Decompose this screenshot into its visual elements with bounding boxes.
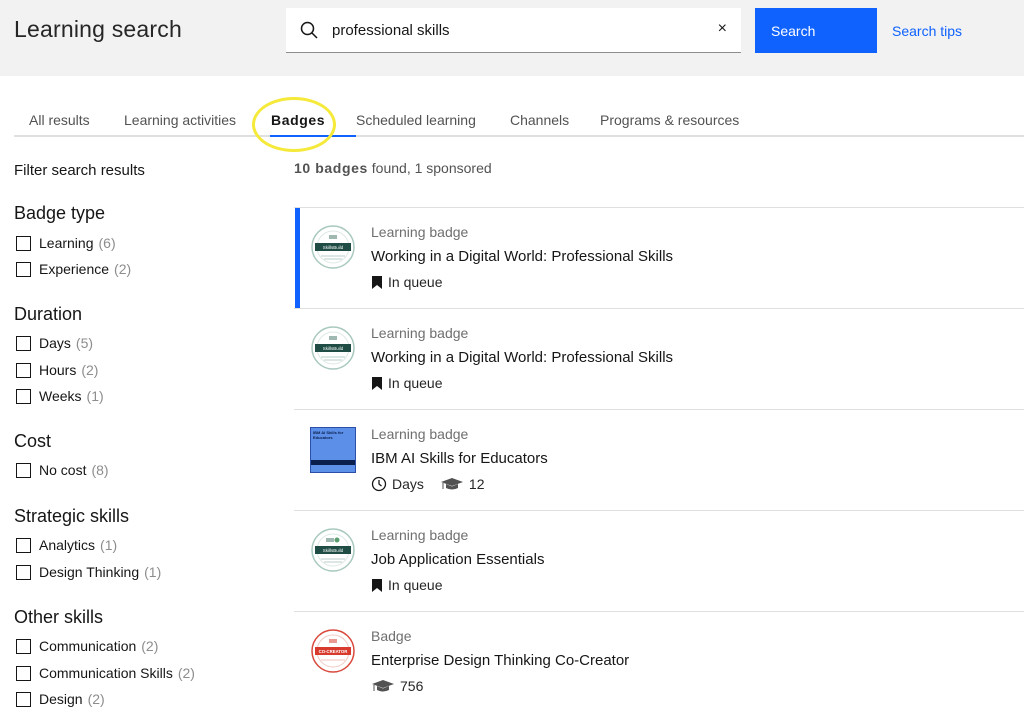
filter-option-learning[interactable]: Learning (6) xyxy=(16,235,116,251)
filter-group-title: Duration xyxy=(14,304,83,324)
checkbox[interactable] xyxy=(16,335,31,351)
filter-option-no-cost[interactable]: No cost (8) xyxy=(16,462,109,478)
result-meta: Days 12 xyxy=(371,476,484,492)
badge-image: SkillsBuild xyxy=(311,528,355,572)
result-title[interactable]: Working in a Digital World: Professional… xyxy=(371,349,673,366)
result-type: Learning badge xyxy=(371,325,469,341)
badge-label: SkillsBuild xyxy=(323,245,344,250)
filter-option-design-thinking[interactable]: Design Thinking (1) xyxy=(16,564,161,580)
clock-icon xyxy=(371,476,387,492)
badge-label: SkillsBuild xyxy=(323,548,344,553)
search-icon xyxy=(300,21,318,39)
result-status: In queue xyxy=(371,274,443,290)
result-type: Badge xyxy=(371,628,412,644)
badge-image: SkillsBuild xyxy=(311,326,355,370)
result-tabs: All results Learning activities Badges S… xyxy=(14,104,1024,137)
tab-channels[interactable]: Channels xyxy=(510,112,569,128)
clear-search-icon[interactable]: × xyxy=(718,20,727,38)
result-title[interactable]: Job Application Essentials xyxy=(371,551,544,568)
badge-image: SkillsBuild xyxy=(311,225,355,269)
badge-label: CO-CREATOR xyxy=(319,649,349,654)
tab-all-results[interactable]: All results xyxy=(29,112,90,128)
checkbox[interactable] xyxy=(16,564,31,580)
result-card[interactable]: SkillsBuild Learning badge Job Applicati… xyxy=(294,510,1024,611)
filter-option-weeks[interactable]: Weeks (1) xyxy=(16,388,104,404)
checkbox[interactable] xyxy=(16,235,31,251)
filter-option-analytics[interactable]: Analytics (1) xyxy=(16,537,117,553)
filter-title: Filter search results xyxy=(14,162,145,179)
tab-programs-resources[interactable]: Programs & resources xyxy=(600,112,739,128)
filter-option-days[interactable]: Days (5) xyxy=(16,335,93,351)
filter-group-title: Strategic skills xyxy=(14,506,130,526)
page-title: Learning search xyxy=(14,16,182,42)
result-meta: 756 xyxy=(371,678,423,694)
active-tab-indicator xyxy=(270,135,356,137)
results-count: 10 badges found, 1 sponsored xyxy=(294,160,492,176)
result-card[interactable]: IBM AI Skills for Educators Learning bad… xyxy=(294,409,1024,510)
learners-icon xyxy=(440,478,463,490)
badge-label: SkillsBuild xyxy=(323,346,344,351)
tab-badges[interactable]: Badges xyxy=(271,112,325,128)
checkbox[interactable] xyxy=(16,462,31,478)
result-type: Learning badge xyxy=(371,527,469,543)
filter-group-title: Cost xyxy=(14,431,52,451)
bookmark-icon xyxy=(372,578,382,592)
filter-group-title: Badge type xyxy=(14,203,106,223)
result-card[interactable]: SkillsBuild Learning badge Working in a … xyxy=(294,308,1024,409)
thumbnail-text: IBM AI Skills for Educators xyxy=(313,430,344,440)
result-status: In queue xyxy=(371,375,443,391)
filter-option-design[interactable]: Design (2) xyxy=(16,691,105,707)
filter-group-title: Other skills xyxy=(14,607,104,627)
result-type: Learning badge xyxy=(371,426,469,442)
tab-learning-activities[interactable]: Learning activities xyxy=(124,112,236,128)
badge-image: CO-CREATOR xyxy=(311,629,355,673)
checkbox[interactable] xyxy=(16,665,31,681)
result-status: In queue xyxy=(371,577,443,593)
result-title[interactable]: IBM AI Skills for Educators xyxy=(371,450,548,467)
course-thumbnail: IBM AI Skills for Educators xyxy=(310,427,356,473)
checkbox[interactable] xyxy=(16,362,31,378)
thumbnail-bar xyxy=(311,460,355,465)
result-title[interactable]: Working in a Digital World: Professional… xyxy=(371,248,673,265)
bookmark-icon xyxy=(372,376,382,390)
search-button[interactable]: Search xyxy=(755,8,877,53)
checkbox[interactable] xyxy=(16,638,31,654)
search-tips-link[interactable]: Search tips xyxy=(892,23,962,39)
bookmark-icon xyxy=(372,275,382,289)
result-type: Learning badge xyxy=(371,224,469,240)
checkbox[interactable] xyxy=(16,261,31,277)
checkbox[interactable] xyxy=(16,537,31,553)
search-input[interactable] xyxy=(332,8,692,52)
result-title[interactable]: Enterprise Design Thinking Co-Creator xyxy=(371,652,629,669)
result-card[interactable]: CO-CREATOR Badge Enterprise Design Think… xyxy=(294,611,1024,712)
checkbox[interactable] xyxy=(16,388,31,404)
filter-option-experience[interactable]: Experience (2) xyxy=(16,261,131,277)
filter-option-communication[interactable]: Communication (2) xyxy=(16,638,158,654)
search-box[interactable]: × xyxy=(286,8,741,53)
filter-option-communication-skills[interactable]: Communication Skills (2) xyxy=(16,665,195,681)
header-bar: Learning search × Search Search tips xyxy=(0,0,1024,76)
tab-scheduled-learning[interactable]: Scheduled learning xyxy=(356,112,476,128)
learners-icon xyxy=(372,680,394,692)
result-card[interactable]: SkillsBuild Learning badge Working in a … xyxy=(294,207,1024,308)
checkbox[interactable] xyxy=(16,691,31,707)
filter-option-hours[interactable]: Hours (2) xyxy=(16,362,98,378)
